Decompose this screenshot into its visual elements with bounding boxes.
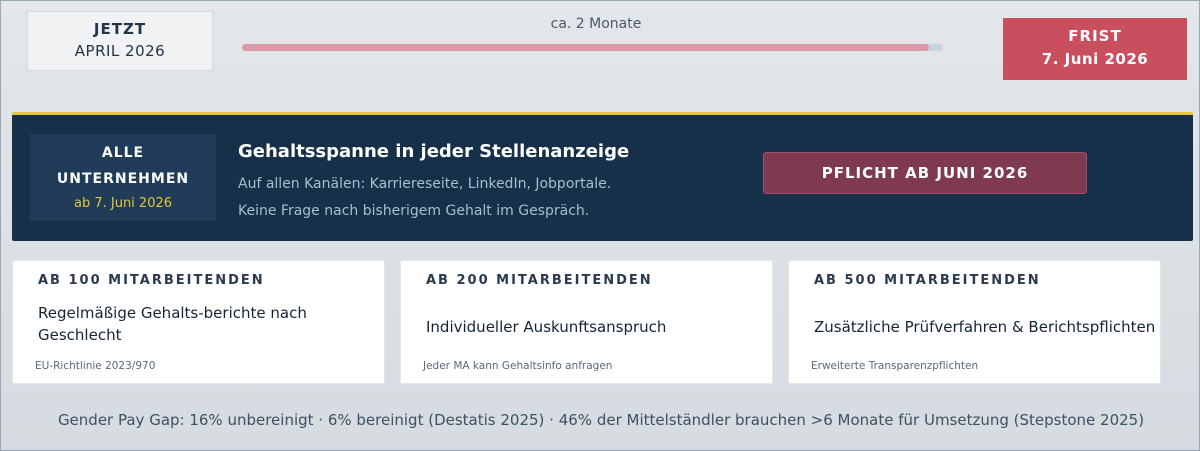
card-note: Erweiterte Transparenzpflichten: [811, 360, 979, 372]
banner-title: Gehaltsspanne in jeder Stellenanzeige: [238, 141, 630, 162]
now-marker: JETZT APRIL 2026: [27, 11, 213, 71]
card-500-employees: AB 500 MITARBEITENDEN Zusätzliche Prüfve…: [788, 260, 1161, 384]
card-200-employees: AB 200 MITARBEITENDEN Individueller Ausk…: [400, 260, 773, 384]
requirement-banner: ALLE UNTERNEHMEN ab 7. Juni 2026 Gehalts…: [12, 112, 1193, 241]
deadline-marker: FRIST 7. Juni 2026: [1003, 18, 1187, 80]
scope-line-2: UNTERNEHMEN: [56, 171, 190, 187]
deadline-label: FRIST: [1068, 27, 1122, 45]
scope-box: ALLE UNTERNEHMEN ab 7. Juni 2026: [30, 134, 216, 221]
now-date: APRIL 2026: [74, 42, 166, 60]
card-label: AB 500 MITARBEITENDEN: [814, 273, 1041, 288]
card-note: Jeder MA kann Gehaltsinfo anfragen: [423, 360, 613, 372]
card-body: Individueller Auskunftsanspruch: [426, 318, 667, 336]
pflicht-badge: PFLICHT AB JUNI 2026: [763, 152, 1087, 194]
scope-line-1: ALLE: [101, 145, 145, 161]
card-100-employees: AB 100 MITARBEITENDEN Regelmäßige Gehalt…: [12, 260, 385, 384]
card-body: Regelmäßige Gehalts-berichte nach Geschl…: [38, 304, 307, 344]
card-body: Zusätzliche Prüfverfahren & Berichtspfli…: [814, 318, 1156, 336]
duration-label: ca. 2 Monate: [550, 16, 642, 32]
card-note: EU-Richtlinie 2023/970: [35, 360, 156, 372]
now-label: JETZT: [93, 20, 147, 38]
timeline-progress-fill: [242, 44, 929, 51]
footer-statistics: Gender Pay Gap: 16% unbereinigt · 6% ber…: [57, 411, 1145, 429]
scope-date: ab 7. Juni 2026: [73, 196, 173, 211]
banner-line-salary-question: Keine Frage nach bisherigem Gehalt im Ge…: [238, 203, 590, 219]
timeline-track: [242, 44, 943, 51]
scope-title: ALLE UNTERNEHMEN: [30, 140, 216, 192]
banner-line-channels: Auf allen Kanälen: Karriereseite, Linked…: [238, 176, 612, 192]
card-label: AB 100 MITARBEITENDEN: [38, 273, 265, 288]
infographic-frame: JETZT APRIL 2026 ca. 2 Monate FRIST 7. J…: [0, 0, 1200, 451]
deadline-date: 7. Juni 2026: [1041, 50, 1149, 68]
card-label: AB 200 MITARBEITENDEN: [426, 273, 653, 288]
